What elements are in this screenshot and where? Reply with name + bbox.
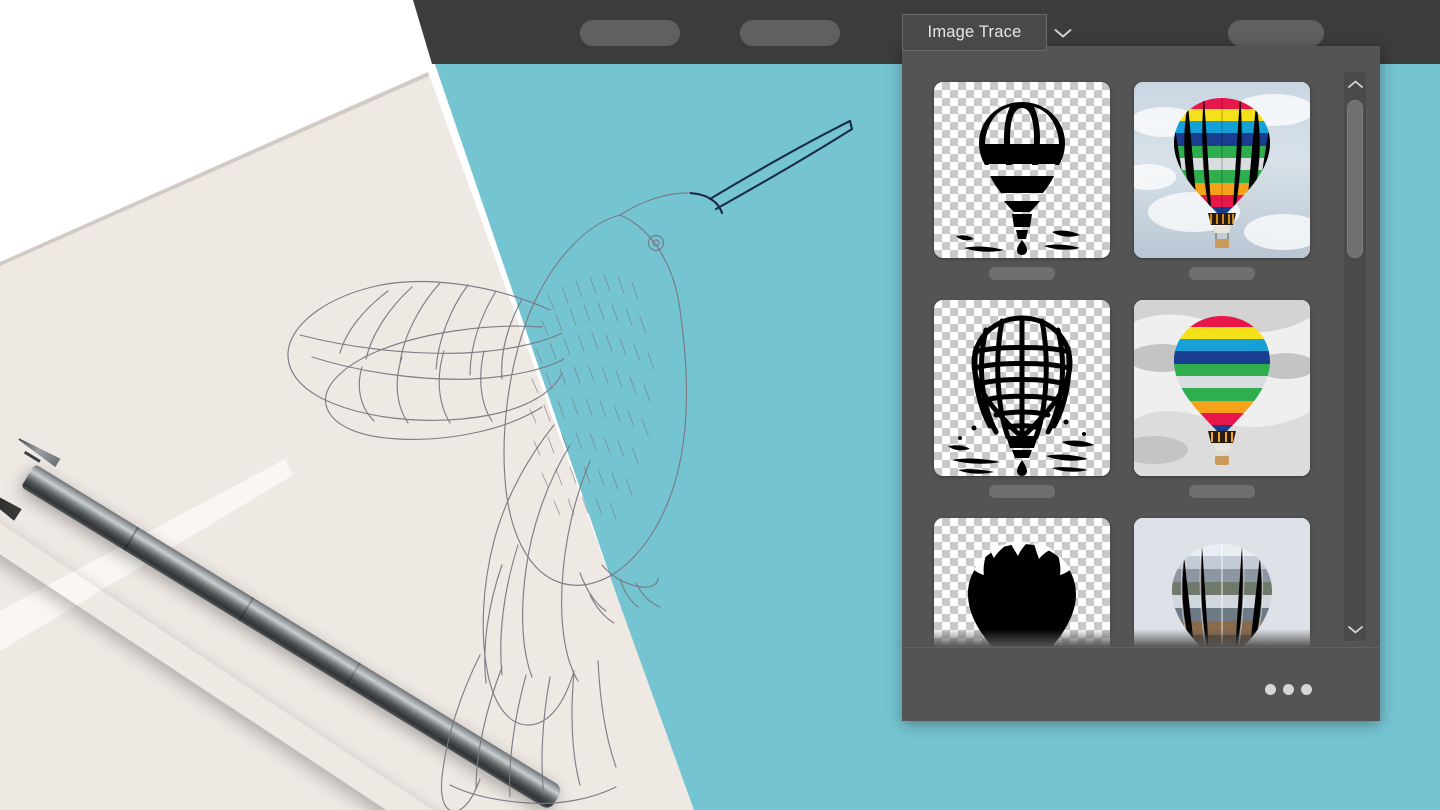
scrollbar-thumb[interactable] bbox=[1347, 100, 1363, 258]
preset-grid bbox=[934, 82, 1310, 647]
more-dot bbox=[1283, 684, 1294, 695]
more-options-icon[interactable] bbox=[1265, 684, 1312, 695]
preset-label bbox=[989, 485, 1055, 498]
preset-grayscale-color[interactable] bbox=[1134, 518, 1310, 647]
preset-low-color[interactable] bbox=[1134, 300, 1310, 498]
chevron-down-icon bbox=[1347, 625, 1363, 633]
preset-line-art[interactable] bbox=[934, 300, 1110, 498]
balloon-lineart-icon bbox=[948, 315, 1094, 476]
toolbar-pill-2[interactable] bbox=[740, 20, 840, 46]
image-trace-tab-label: Image Trace bbox=[927, 23, 1022, 41]
more-dot bbox=[1301, 684, 1312, 695]
preset-thumbnail[interactable] bbox=[1134, 300, 1310, 476]
balloon-bw-logo-icon bbox=[956, 102, 1080, 255]
preset-black-and-white-logo[interactable] bbox=[934, 82, 1110, 280]
panel-scrollbar[interactable] bbox=[1344, 72, 1366, 641]
toolbar-pill-3[interactable] bbox=[1228, 20, 1324, 46]
more-dot bbox=[1265, 684, 1276, 695]
balloon-silhouette-icon bbox=[968, 541, 1076, 647]
preset-thumbnail[interactable] bbox=[1134, 518, 1310, 647]
scroll-down-button[interactable] bbox=[1344, 617, 1366, 641]
panel-menu-toggle[interactable] bbox=[1050, 20, 1076, 46]
preset-thumbnail[interactable] bbox=[1134, 82, 1310, 258]
image-trace-tab[interactable]: Image Trace bbox=[902, 14, 1047, 51]
scroll-up-button[interactable] bbox=[1344, 72, 1366, 96]
balloon-muted-icon bbox=[1134, 518, 1310, 647]
preset-thumbnail[interactable] bbox=[934, 518, 1110, 647]
toolbar-pill-1[interactable] bbox=[580, 20, 680, 46]
preset-label bbox=[1189, 267, 1255, 280]
chevron-up-icon bbox=[1347, 80, 1363, 88]
balloon-posterized-icon bbox=[1134, 300, 1310, 476]
preset-label bbox=[989, 267, 1055, 280]
hummingbird-illustration bbox=[150, 95, 890, 810]
balloon-photo-icon bbox=[1134, 82, 1310, 258]
preset-thumbnail[interactable] bbox=[934, 82, 1110, 258]
preset-original-photo[interactable] bbox=[1134, 82, 1310, 280]
image-trace-panel bbox=[902, 46, 1380, 721]
preset-silhouette[interactable] bbox=[934, 518, 1110, 647]
app-window: Image Trace bbox=[0, 0, 1440, 810]
chevron-down-icon bbox=[1054, 28, 1072, 37]
preset-grid-scroll-area[interactable] bbox=[902, 46, 1336, 647]
preset-label bbox=[1189, 485, 1255, 498]
panel-footer bbox=[902, 647, 1380, 721]
preset-thumbnail[interactable] bbox=[934, 300, 1110, 476]
